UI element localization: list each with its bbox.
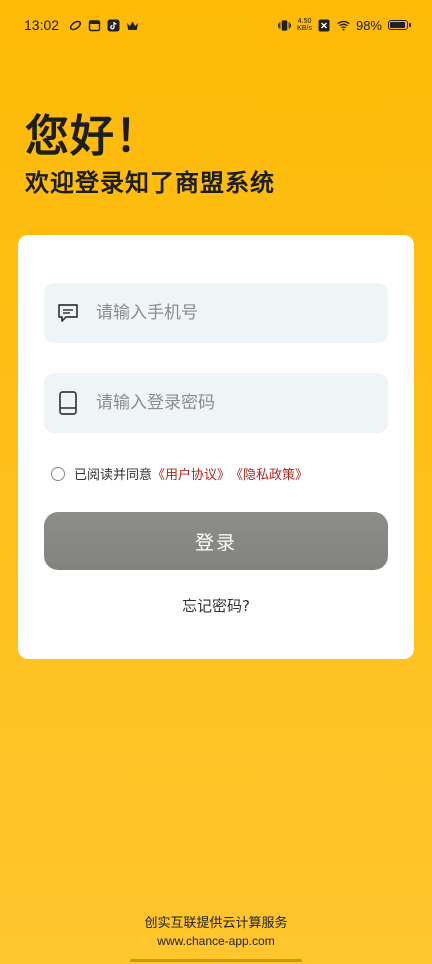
login-card: 已阅读并同意 《用户协议》 《隐私政策》 登录 忘记密码? [18, 235, 414, 659]
calendar-icon [88, 19, 101, 32]
agreement-row: 已阅读并同意 《用户协议》 《隐私政策》 [51, 464, 308, 483]
footer: 创实互联提供云计算服务 www.chance-app.com [0, 912, 432, 948]
wifi-icon [337, 19, 350, 32]
forgot-password-link[interactable]: 忘记密码? [18, 595, 414, 616]
password-field[interactable] [44, 373, 388, 433]
phone-device-icon [56, 391, 80, 415]
password-input[interactable] [94, 382, 388, 424]
agree-text: 已阅读并同意 [74, 468, 153, 483]
battery-icon [388, 20, 411, 30]
login-button[interactable]: 登录 [44, 512, 388, 570]
net-speed: 4.50 KB/s [297, 18, 312, 32]
sim-off-icon [318, 19, 331, 32]
status-right: 4.50 KB/s 98% [278, 17, 411, 33]
vibrate-icon [278, 19, 292, 32]
crown-icon [126, 19, 139, 32]
phone-input[interactable] [94, 292, 388, 334]
status-time: 13:02 [24, 17, 60, 33]
tiktok-icon [107, 19, 120, 32]
battery-level-fill [390, 22, 405, 28]
net-speed-unit: KB/s [297, 25, 312, 32]
footer-provider-text: 创实互联提供云计算服务 [144, 916, 288, 931]
phone-field[interactable] [44, 283, 388, 343]
message-icon [56, 301, 80, 325]
user-agreement-link[interactable]: 《用户协议》 [152, 464, 230, 483]
footer-website: www.chance-app.com [157, 934, 275, 948]
link-icon [69, 19, 82, 32]
battery-percent: 98% [355, 17, 382, 33]
greeting-title: 您好！ [25, 111, 160, 162]
status-bar: 13:02 4.50 KB/s 98% [0, 0, 432, 50]
net-speed-value: 4.50 [297, 18, 312, 25]
welcome-subtitle: 欢迎登录知了商盟系统 [25, 169, 275, 197]
privacy-policy-link[interactable]: 《隐私政策》 [230, 464, 308, 483]
status-left: 13:02 [24, 17, 139, 33]
agree-radio[interactable] [51, 466, 65, 481]
home-indicator[interactable] [130, 959, 302, 962]
